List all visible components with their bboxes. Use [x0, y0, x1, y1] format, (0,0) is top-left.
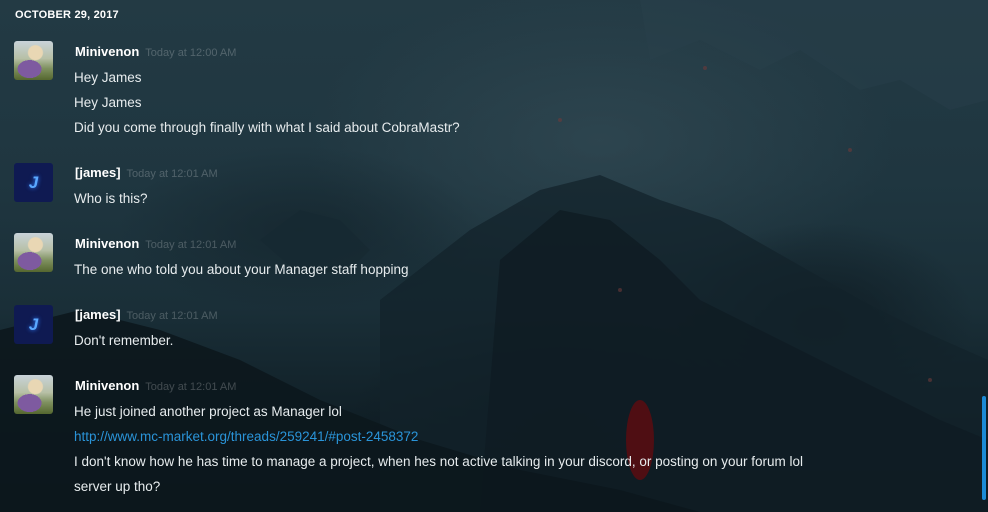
user-photo-avatar[interactable] — [14, 375, 53, 414]
message-text: I don't know how he has time to manage a… — [74, 454, 803, 469]
message-timestamp: Today at 12:01 AM — [126, 168, 218, 180]
j-logo-avatar[interactable]: J — [14, 163, 53, 202]
message-header: Minivenon Today at 12:01 AM — [75, 236, 236, 251]
message-text: Who is this? — [74, 191, 148, 206]
author-name[interactable]: [james] — [75, 165, 121, 180]
j-logo-icon: J — [28, 172, 39, 192]
message-timestamp: Today at 12:01 AM — [126, 310, 218, 322]
message-header: [james] Today at 12:01 AM — [75, 307, 218, 322]
message-link[interactable]: http://www.mc-market.org/threads/259241/… — [74, 429, 418, 444]
message-text: Did you come through finally with what I… — [74, 120, 460, 135]
date-divider: OCTOBER 29, 2017 — [15, 9, 119, 21]
message-text: Don't remember. — [74, 333, 174, 348]
j-logo-icon: J — [28, 314, 39, 334]
message-text: Hey James — [74, 70, 142, 85]
message-text: Hey James — [74, 95, 142, 110]
message-text: The one who told you about your Manager … — [74, 262, 409, 277]
message-text: He just joined another project as Manage… — [74, 404, 342, 419]
message-timestamp: Today at 12:01 AM — [145, 239, 237, 251]
author-name[interactable]: Minivenon — [75, 378, 139, 393]
j-logo-avatar[interactable]: J — [14, 305, 53, 344]
message-text: server up tho? — [74, 479, 161, 494]
scroll-thumb[interactable] — [982, 396, 986, 500]
message-timestamp: Today at 12:01 AM — [145, 381, 237, 393]
message-header: [james] Today at 12:01 AM — [75, 165, 218, 180]
message-header: Minivenon Today at 12:01 AM — [75, 378, 236, 393]
author-name[interactable]: Minivenon — [75, 44, 139, 59]
user-photo-avatar[interactable] — [14, 41, 53, 80]
author-name[interactable]: Minivenon — [75, 236, 139, 251]
chat-scrollbar[interactable] — [979, 0, 988, 512]
message-header: Minivenon Today at 12:00 AM — [75, 44, 236, 59]
message-timestamp: Today at 12:00 AM — [145, 47, 237, 59]
user-photo-avatar[interactable] — [14, 233, 53, 272]
author-name[interactable]: [james] — [75, 307, 121, 322]
